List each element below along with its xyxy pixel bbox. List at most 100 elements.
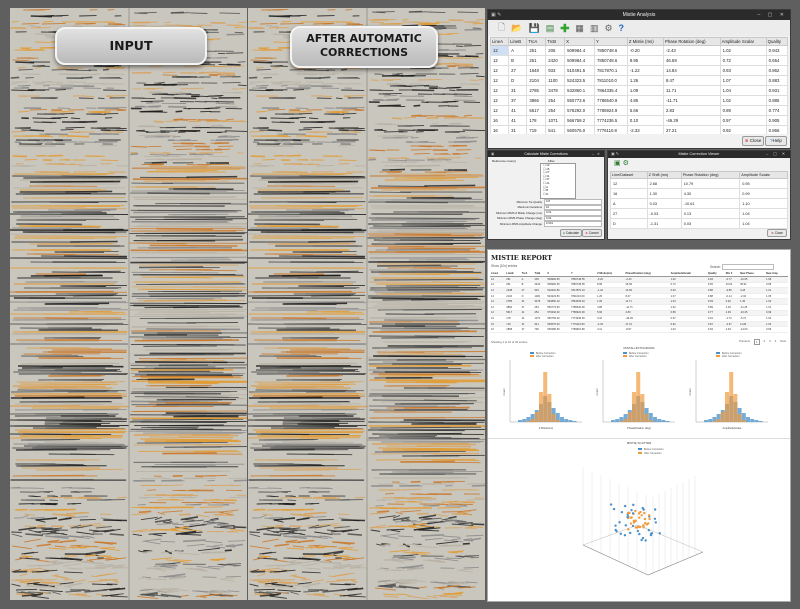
table-cell[interactable]: 2420 (545, 55, 566, 66)
table-cell[interactable]: 3866 (526, 95, 547, 106)
page-link[interactable]: 3 (769, 339, 771, 345)
table-cell[interactable]: 1.10 (739, 198, 788, 209)
table-cell[interactable]: 0.885 (765, 95, 788, 106)
window-controls[interactable]: – ▢ ✕ (766, 151, 787, 158)
table-cell[interactable]: 0.99 (739, 188, 788, 199)
table-cell[interactable]: 12 (490, 105, 510, 116)
table-cell[interactable]: 0.93 (719, 65, 767, 76)
table-cell[interactable]: 2.68 (646, 178, 682, 189)
page-link[interactable]: 4 (775, 339, 777, 345)
table-cell[interactable]: 7774236.5 (593, 115, 628, 126)
table-cell[interactable]: 4.30 (680, 188, 741, 199)
table-cell[interactable]: 532860.1 (564, 85, 595, 96)
window-menu-icon[interactable]: ▣ ✎ (491, 10, 501, 20)
table-cell[interactable]: 0.883 (765, 75, 788, 86)
table-cell[interactable]: 178 (526, 115, 547, 126)
table-cell[interactable]: 1.30 (646, 188, 682, 199)
table-cell[interactable]: 12 (490, 95, 510, 106)
table-cell[interactable]: 541 (545, 125, 566, 134)
table-cell[interactable]: 5617 (526, 105, 547, 116)
table-cell[interactable]: -0.03 (646, 208, 682, 219)
table-cell[interactable]: 7811010.0 (593, 75, 628, 86)
table-cell[interactable]: 0.13 (680, 208, 741, 219)
column-header[interactable]: Z Mistie (ms) (626, 37, 664, 46)
table-cell[interactable]: 509984.4 (564, 55, 595, 66)
table-cell[interactable]: 5.66 (626, 105, 664, 116)
table-cell[interactable]: 10.79 (680, 178, 741, 189)
page-link[interactable]: Previous (739, 339, 750, 345)
table-cell[interactable]: 0.774 (765, 105, 788, 116)
table-cell[interactable]: 719 (526, 125, 547, 134)
table-cell[interactable]: 12 (490, 65, 510, 76)
table-cell[interactable]: 7786540.9 (593, 95, 628, 106)
table-cell[interactable]: 11.71 (662, 85, 721, 96)
table-cell[interactable]: 0.905 (765, 115, 788, 126)
table-row[interactable]: D -1.31 0.03 1.04 (610, 218, 788, 229)
table-cell[interactable]: 7850748.6 (593, 45, 628, 56)
table-cell[interactable]: 16 (610, 188, 648, 199)
column-header[interactable]: Quality (765, 37, 788, 46)
table-cell[interactable]: 0.92 (719, 125, 767, 134)
reference-line-list[interactable]: ☐ 12 ☐ 16 ☐ 27 ☐ 31 ☐ 37 ☐ 41 ☐ A ☐ B ☐ D (540, 163, 576, 199)
table-cell[interactable]: 1.04 (719, 85, 767, 96)
table-cell[interactable]: 0.931 (765, 85, 788, 96)
window-controls[interactable]: – ▢ ✕ (758, 10, 787, 20)
column-header[interactable]: Phase Rotation (deg) (662, 37, 721, 46)
table-cell[interactable]: 0.03 (646, 198, 682, 209)
table-row[interactable]: 16 41 178 1071 566759.2 7774236.5 0.10 -46.29 0.… (490, 115, 788, 126)
table-cell[interactable]: 7850748.6 (593, 55, 628, 66)
table-cell[interactable]: 12 (490, 75, 510, 86)
add-icon[interactable]: ✚ (560, 22, 569, 35)
table-cell[interactable]: -46.29 (662, 115, 721, 126)
calculate-button[interactable]: ● Calculate (560, 229, 582, 237)
table-cell[interactable]: 510491.5 (564, 65, 595, 76)
window-menu-icon[interactable]: ▣ (491, 151, 494, 157)
table-cell[interactable]: 27 (508, 65, 528, 76)
column-header[interactable]: TrcA (526, 37, 547, 46)
table-cell[interactable]: 12 (490, 85, 510, 96)
table-cell[interactable]: 0.866 (765, 125, 788, 134)
column-header[interactable]: Line/Dataset (610, 171, 648, 179)
table-cell[interactable]: 37 (508, 95, 528, 106)
table-cell[interactable]: -2.33 (626, 125, 664, 134)
table-cell[interactable]: 0.862 (765, 65, 788, 76)
table-cell[interactable]: 1.02 (719, 95, 767, 106)
new-file-icon[interactable]: 🗋 (498, 20, 505, 36)
table-cell[interactable]: 0.97 (719, 115, 767, 126)
help-icon[interactable]: ? (619, 23, 625, 33)
window-controls[interactable]: – ✕ (592, 151, 601, 157)
table-cell[interactable]: 1.07 (719, 75, 767, 86)
table-cell[interactable]: 3478 (545, 85, 566, 96)
table-row[interactable]: 12 37 3866 254 550773.6 7786540.9 4.85 -11.71 1.… (490, 95, 788, 106)
table-cell[interactable]: D (610, 218, 648, 229)
table-cell[interactable]: 7786924.9 (593, 105, 628, 116)
table-cell[interactable]: 1.09 (626, 85, 664, 96)
column-header[interactable]: Phase Rotation (deg) (680, 171, 741, 179)
field-input[interactable]: 0.001 (544, 221, 602, 227)
table-cell[interactable]: 12 (610, 178, 648, 189)
table-row[interactable]: 12 A 251 205 509984.4 7850748.6 -0.20 -2.43 1.02… (490, 45, 788, 56)
column-header[interactable]: Amplitude Scalar (719, 37, 767, 46)
help-button[interactable]: ?Help (765, 136, 787, 146)
table-row[interactable]: 12 27 1648 933 510491.5 7817870.1 -1.22 14.84 0.… (490, 65, 788, 76)
column-header[interactable]: LineB (508, 37, 528, 46)
table-cell[interactable]: 1.02 (719, 45, 767, 56)
table-row[interactable]: 12 2.68 10.79 0.95 (610, 178, 788, 189)
table-cell[interactable]: D (508, 75, 528, 86)
close-button[interactable]: ⊗ Close (742, 136, 764, 146)
table-row[interactable]: 12 B 251 2420 509984.4 7850748.6 8.95 46.59 0.72… (490, 55, 788, 66)
table-cell[interactable]: 46.59 (662, 55, 721, 66)
table-cell[interactable]: 31 (508, 125, 528, 134)
column-header[interactable]: Amplitude Scalar (739, 171, 788, 179)
table-row[interactable]: 16 1868 37 790 545480.50 7789961.80 4.11 -8.97 1… (490, 326, 788, 333)
table-cell[interactable]: -10.61 (680, 198, 741, 209)
table-cell[interactable]: 8.47 (662, 75, 721, 86)
table-cell[interactable]: -1.22 (626, 65, 664, 76)
list-item[interactable]: ☐ D (543, 192, 575, 197)
table-cell[interactable]: A (508, 45, 528, 56)
table-cell[interactable]: B (508, 55, 528, 66)
table-cell[interactable]: 2785 (526, 85, 547, 96)
calculator-icon[interactable]: ▦ (575, 23, 584, 34)
viewer-close-button[interactable]: ⊗ Close (767, 229, 787, 237)
table-cell[interactable]: 41 (508, 115, 528, 126)
